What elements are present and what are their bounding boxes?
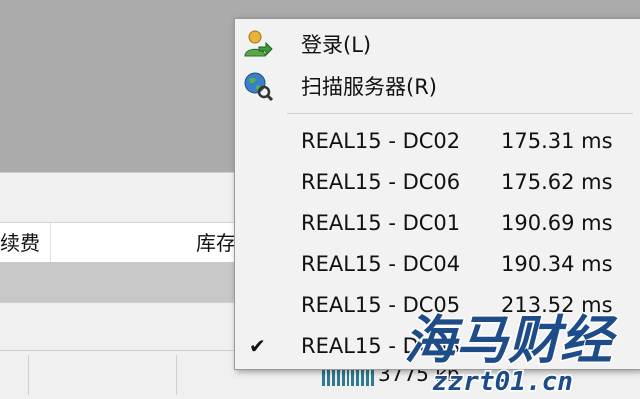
server-ping: 190.34 ms — [501, 252, 613, 276]
menu-item-scan-servers[interactable]: 扫描服务器(R) — [235, 65, 640, 105]
watermark-logo: 海马财经 zzrt01.cn — [403, 310, 620, 399]
user-login-icon — [244, 30, 273, 57]
menu-item-server[interactable]: REAL15 - DC02 175.31 ms — [235, 121, 640, 161]
menu-item-server[interactable]: REAL15 - DC01 190.69 ms — [235, 203, 640, 243]
column-header-renewal[interactable]: 续费 — [0, 223, 40, 263]
status-divider — [176, 355, 177, 395]
column-header-stock[interactable]: 库存 — [196, 223, 236, 263]
menu-item-server[interactable]: REAL15 - DC06 175.62 ms — [235, 162, 640, 202]
watermark-title: 海马财经 — [404, 311, 618, 371]
menu-separator — [287, 113, 633, 114]
globe-search-icon — [244, 72, 273, 101]
menu-item-login[interactable]: 登录(L) — [235, 23, 640, 63]
server-ping: 190.69 ms — [501, 211, 613, 235]
server-name: REAL15 - DC01 — [301, 211, 461, 235]
menu-item-scan-label: 扫描服务器(R) — [301, 75, 437, 99]
server-ping: 175.62 ms — [501, 170, 613, 194]
column-divider[interactable] — [50, 223, 51, 263]
server-ping: 175.31 ms — [501, 129, 613, 153]
status-divider — [28, 355, 29, 395]
server-name: REAL15 - DC04 — [301, 252, 461, 276]
menu-item-login-label: 登录(L) — [301, 33, 372, 57]
server-name: REAL15 - DC02 — [301, 129, 461, 153]
signal-strength-icon — [322, 368, 374, 386]
checkmark-icon: ✔ — [249, 334, 266, 358]
watermark-url: zzrt01.cn — [432, 367, 573, 397]
menu-item-server[interactable]: REAL15 - DC04 190.34 ms — [235, 244, 640, 284]
server-name: REAL15 - DC06 — [301, 170, 461, 194]
